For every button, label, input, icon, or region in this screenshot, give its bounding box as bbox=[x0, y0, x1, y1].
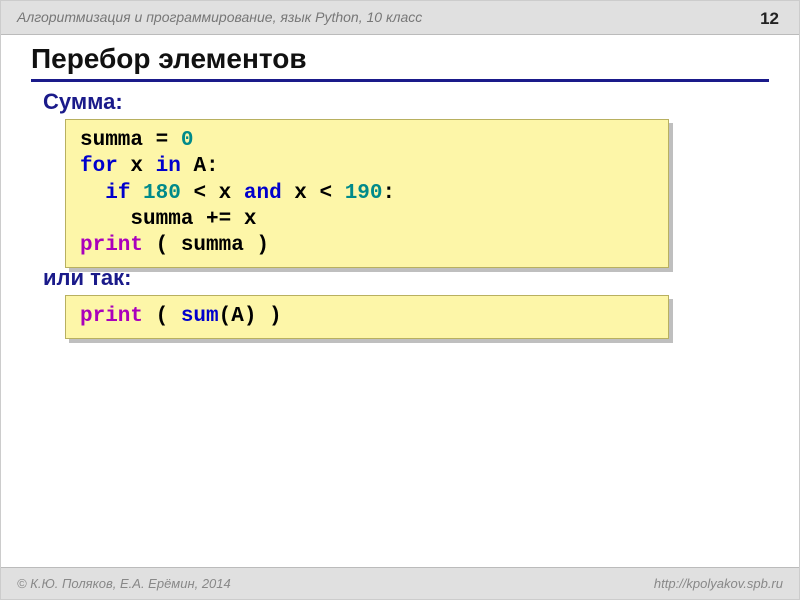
subtitle-or: или так: bbox=[43, 265, 131, 291]
keyword-if: if bbox=[105, 182, 130, 205]
keyword-print: print bbox=[80, 305, 143, 328]
code-text: A: bbox=[181, 155, 219, 178]
code-line: summa += x bbox=[80, 207, 654, 233]
course-label: Алгоритмизация и программирование, язык … bbox=[17, 9, 422, 25]
code-block-1: summa = 0 for x in A: if 180 < x and x <… bbox=[65, 119, 669, 268]
subtitle-sum: Сумма: bbox=[43, 89, 123, 115]
code-text bbox=[130, 182, 143, 205]
code-text: x bbox=[118, 155, 156, 178]
code-text: < x bbox=[181, 182, 244, 205]
code-text: : bbox=[383, 182, 396, 205]
code-text: ( bbox=[143, 305, 181, 328]
code-line: print ( summa ) bbox=[80, 233, 654, 259]
slide-title: Перебор элементов bbox=[31, 43, 769, 82]
footer-copyright: © К.Ю. Поляков, Е.А. Ерёмин, 2014 bbox=[17, 576, 231, 591]
code-number: 0 bbox=[181, 129, 194, 152]
slide: Алгоритмизация и программирование, язык … bbox=[0, 0, 800, 600]
keyword-for: for bbox=[80, 155, 118, 178]
code-text: ( summa ) bbox=[143, 234, 269, 257]
code-text: summa = bbox=[80, 129, 181, 152]
code-text: (A) ) bbox=[219, 305, 282, 328]
code-number: 190 bbox=[345, 182, 383, 205]
keyword-print: print bbox=[80, 234, 143, 257]
code-indent bbox=[80, 182, 105, 205]
code-line: if 180 < x and x < 190: bbox=[80, 181, 654, 207]
code-line: print ( sum(A) ) bbox=[80, 304, 654, 330]
code-number: 180 bbox=[143, 182, 181, 205]
code-text: x < bbox=[282, 182, 345, 205]
footer-url: http://kpolyakov.spb.ru bbox=[654, 576, 783, 591]
code-line: summa = 0 bbox=[80, 128, 654, 154]
code-block-2: print ( sum(A) ) bbox=[65, 295, 669, 339]
keyword-in: in bbox=[156, 155, 181, 178]
code-line: for x in A: bbox=[80, 154, 654, 180]
keyword-sum: sum bbox=[181, 305, 219, 328]
keyword-and: and bbox=[244, 182, 282, 205]
page-number: 12 bbox=[760, 9, 779, 29]
